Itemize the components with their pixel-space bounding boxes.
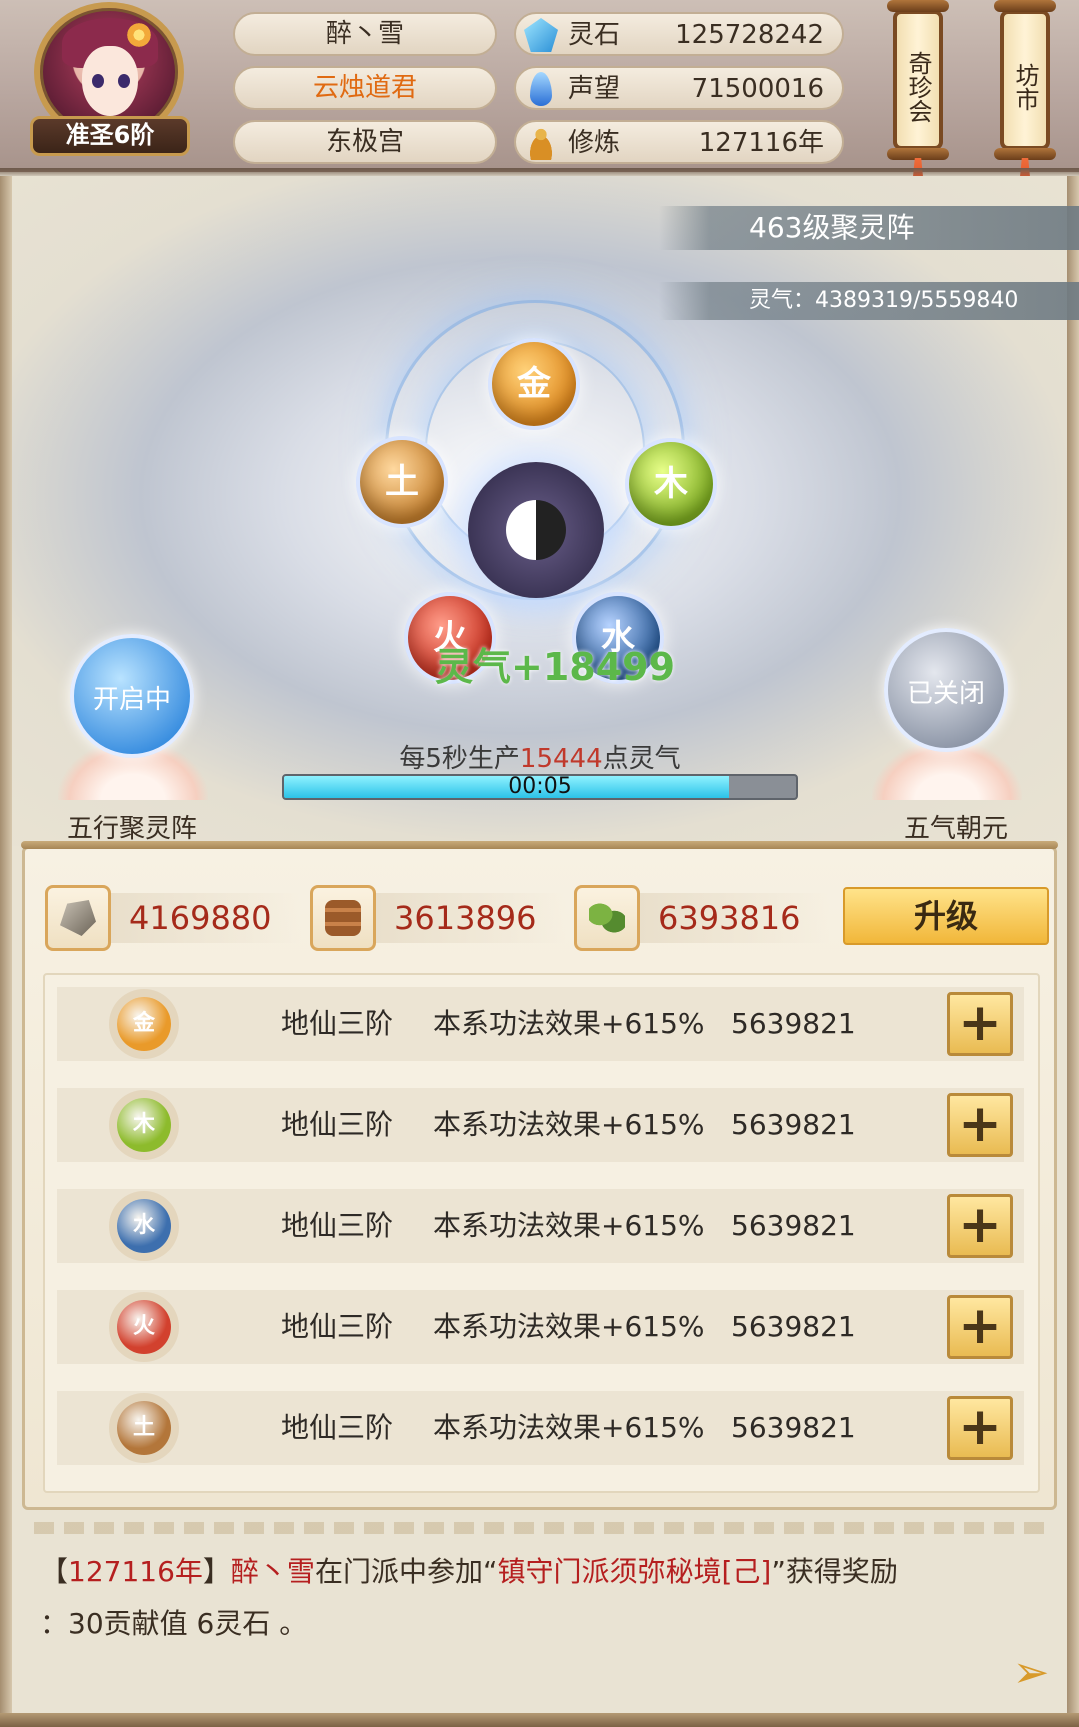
element-panel: 4169880 3613896 6393816 升级 金 地仙三阶 本系功法效果… xyxy=(21,841,1058,1510)
event-log: 【127116年】醉丶雪在门派中参加“镇守门派须弥秘境[己]”获得奖励 ：30贡… xyxy=(40,1546,1040,1650)
reputation-feather-icon xyxy=(530,72,552,106)
element-effect: 本系功法效果+615% xyxy=(433,1411,705,1444)
element-badge: 木 xyxy=(117,1098,171,1152)
element-value: 5639821 xyxy=(731,1411,856,1444)
yin-yang-center[interactable] xyxy=(468,462,604,598)
element-row: 火 地仙三阶 本系功法效果+615% 5639821 + xyxy=(57,1290,1024,1364)
cultivation-stat: 修炼 127116年 xyxy=(514,120,844,164)
add-button[interactable]: + xyxy=(947,1396,1013,1460)
log-quote: “ xyxy=(482,1555,498,1588)
wood-value: 3613896 xyxy=(376,893,566,943)
add-button[interactable]: + xyxy=(947,992,1013,1056)
add-button[interactable]: + xyxy=(947,1194,1013,1258)
log-reward: ：30贡献值 6灵石 。 xyxy=(40,1607,308,1640)
five-elements-array-toggle[interactable]: 开启中 xyxy=(70,634,194,758)
element-effect: 本系功法效果+615% xyxy=(433,1108,705,1141)
qi-amount-banner: 灵气：4389319/5559840 xyxy=(659,282,1079,320)
log-bracket: 【 xyxy=(40,1555,69,1588)
five-elements-array-label: 五行聚灵阵 xyxy=(66,814,197,844)
stat-label: 修炼 xyxy=(568,128,621,158)
ore-value: 4169880 xyxy=(111,893,301,943)
production-amount: 15444 xyxy=(519,744,603,774)
element-badge: 金 xyxy=(117,997,171,1051)
log-bracket: 】 xyxy=(202,1555,231,1588)
log-year: 127116年 xyxy=(68,1555,203,1588)
element-row: 金 地仙三阶 本系功法效果+615% 5639821 + xyxy=(57,987,1024,1061)
element-row: 水 地仙三阶 本系功法效果+615% 5639821 + xyxy=(57,1189,1024,1263)
element-level: 地仙三阶 xyxy=(281,1108,394,1141)
element-level: 地仙三阶 xyxy=(281,1310,394,1343)
log-text: 在门派中参加 xyxy=(314,1555,483,1588)
element-row: 木 地仙三阶 本系功法效果+615% 5639821 + xyxy=(57,1088,1024,1162)
element-effect: 本系功法效果+615% xyxy=(433,1209,705,1242)
meditation-icon xyxy=(524,126,558,160)
element-badge: 火 xyxy=(117,1300,171,1354)
add-button[interactable]: + xyxy=(947,1295,1013,1359)
reputation-stat: 声望 71500016 xyxy=(514,66,844,110)
progress-timer: 00:05 xyxy=(508,774,572,799)
spirit-stone-stat: 灵石 125728242 xyxy=(514,12,844,56)
next-arrow-icon[interactable]: ➢ xyxy=(1008,1650,1054,1696)
player-sect: 东极宫 xyxy=(233,120,497,164)
wood-icon xyxy=(325,900,361,936)
log-player: 醉丶雪 xyxy=(230,1555,315,1588)
element-row: 土 地仙三阶 本系功法效果+615% 5639821 + xyxy=(57,1391,1024,1465)
stat-value: 125728242 xyxy=(675,20,824,50)
player-name: 醉丶雪 xyxy=(233,12,497,56)
upgrade-button[interactable]: 升级 xyxy=(843,887,1049,945)
wood-icon-box[interactable] xyxy=(310,885,376,951)
element-value: 5639821 xyxy=(731,1310,856,1343)
stat-value: 127116年 xyxy=(698,128,824,158)
element-effect: 本系功法效果+615% xyxy=(433,1310,705,1343)
frame-border xyxy=(0,176,12,1716)
array-level-banner: 463级聚灵阵 xyxy=(659,206,1079,250)
element-level: 地仙三阶 xyxy=(281,1007,394,1040)
element-value: 5639821 xyxy=(731,1108,856,1141)
herb-icon xyxy=(589,900,625,936)
bottom-border xyxy=(0,1713,1079,1727)
qi-gain-popup: 灵气+18499 xyxy=(435,645,676,689)
metal-element-orb[interactable]: 金 xyxy=(488,338,580,430)
production-progress-bar: 00:05 xyxy=(282,774,798,800)
five-qi-label: 五气朝元 xyxy=(903,814,1008,844)
element-list: 金 地仙三阶 本系功法效果+615% 5639821 + 木 地仙三阶 本系功法… xyxy=(43,973,1040,1493)
ornament-divider xyxy=(34,1522,1046,1534)
add-button[interactable]: + xyxy=(947,1093,1013,1157)
five-qi-toggle[interactable]: 已关闭 xyxy=(884,628,1008,752)
herb-value: 6393816 xyxy=(640,893,830,943)
element-effect: 本系功法效果+615% xyxy=(433,1007,705,1040)
production-suffix: 点灵气 xyxy=(602,744,681,774)
player-title: 云烛道君 xyxy=(233,66,497,110)
element-level: 地仙三阶 xyxy=(281,1209,394,1242)
element-level: 地仙三阶 xyxy=(281,1411,394,1444)
wood-element-orb[interactable]: 木 xyxy=(625,438,717,530)
stat-label: 灵石 xyxy=(568,20,621,50)
treasure-auction-button[interactable]: 奇珍会 xyxy=(887,0,949,160)
ore-icon xyxy=(60,900,96,936)
avatar[interactable]: 准圣6阶 xyxy=(30,0,190,160)
log-event: 镇守门派须弥秘境[己] xyxy=(497,1555,772,1588)
element-value: 5639821 xyxy=(731,1007,856,1040)
log-quote: ” xyxy=(771,1555,786,1588)
herb-icon-box[interactable] xyxy=(574,885,640,951)
earth-element-orb[interactable]: 土 xyxy=(356,436,448,528)
frame-border xyxy=(1067,176,1079,1716)
element-value: 5639821 xyxy=(731,1209,856,1242)
market-button[interactable]: 坊市 xyxy=(994,0,1056,160)
top-header: 准圣6阶 醉丶雪 云烛道君 东极宫 灵石 125728242 声望 715000… xyxy=(0,0,1079,208)
stat-value: 71500016 xyxy=(691,74,824,104)
rank-badge: 准圣6阶 xyxy=(30,116,190,156)
production-text: 每5秒生产15444点灵气 xyxy=(280,738,800,775)
production-prefix: 每5秒生产 xyxy=(399,744,520,774)
element-badge: 土 xyxy=(117,1401,171,1455)
element-badge: 水 xyxy=(117,1199,171,1253)
stat-label: 声望 xyxy=(568,74,621,104)
spirit-stone-icon xyxy=(524,18,558,52)
log-text: 获得奖励 xyxy=(785,1555,898,1588)
ore-icon-box[interactable] xyxy=(45,885,111,951)
yin-yang-icon xyxy=(506,500,566,560)
